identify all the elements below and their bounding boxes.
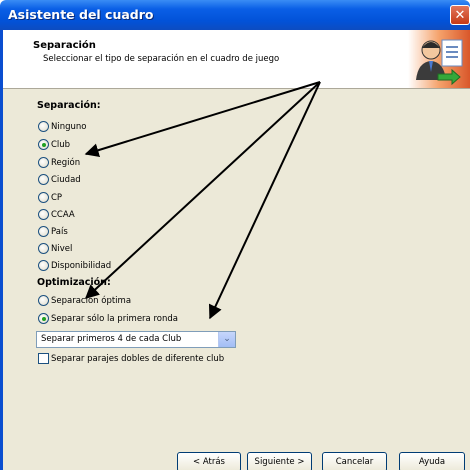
back-button[interactable]: < Atrás bbox=[177, 452, 241, 470]
radio-button[interactable] bbox=[38, 209, 49, 220]
separation-count-dropdown[interactable]: Separar primeros 4 de cada Club ⌄ bbox=[36, 331, 236, 348]
radio-button[interactable] bbox=[38, 295, 49, 306]
separate-doubles-checkbox[interactable] bbox=[38, 353, 49, 364]
radio-button[interactable] bbox=[38, 226, 49, 237]
checkbox-label: Separar parajes dobles de diferente club bbox=[51, 354, 225, 364]
radio-button[interactable] bbox=[38, 174, 49, 185]
radio-button-selected[interactable] bbox=[38, 139, 49, 150]
close-button[interactable]: ✕ bbox=[450, 5, 470, 25]
header-title: Separación bbox=[33, 40, 96, 51]
radio-label: Club bbox=[51, 140, 71, 150]
next-button[interactable]: Siguiente > bbox=[247, 452, 312, 470]
radio-label: CP bbox=[51, 193, 63, 203]
dropdown-value: Separar primeros 4 de cada Club bbox=[41, 334, 182, 344]
window-title: Asistente del cuadro bbox=[8, 7, 154, 22]
radio-label: Separación óptima bbox=[51, 296, 132, 306]
help-button[interactable]: Ayuda bbox=[399, 452, 465, 470]
cancel-button[interactable]: Cancelar bbox=[322, 452, 387, 470]
chevron-down-icon[interactable]: ⌄ bbox=[218, 332, 235, 347]
wizard-header: Separación Seleccionar el tipo de separa… bbox=[3, 30, 470, 89]
radio-button[interactable] bbox=[38, 192, 49, 203]
radio-label: Separar sólo la primera ronda bbox=[51, 314, 178, 324]
radio-label: Disponibilidad bbox=[51, 261, 112, 271]
header-subtitle: Seleccionar el tipo de separación en el … bbox=[43, 54, 280, 64]
close-icon: ✕ bbox=[454, 8, 466, 23]
separation-heading: Separación: bbox=[37, 100, 101, 111]
radio-button-selected[interactable] bbox=[38, 313, 49, 324]
radio-button[interactable] bbox=[38, 157, 49, 168]
radio-button[interactable] bbox=[38, 121, 49, 132]
radio-label: País bbox=[51, 227, 68, 237]
radio-label: Ninguno bbox=[51, 122, 87, 132]
radio-label: Nivel bbox=[51, 244, 73, 254]
optimization-heading: Optimización: bbox=[37, 277, 111, 288]
title-bar[interactable]: Asistente del cuadro ✕ bbox=[0, 0, 470, 30]
radio-label: Ciudad bbox=[51, 175, 81, 185]
radio-label: CCAA bbox=[51, 210, 75, 220]
radio-button[interactable] bbox=[38, 243, 49, 254]
radio-button[interactable] bbox=[38, 260, 49, 271]
wizard-window: Asistente del cuadro ✕ Separación Selecc… bbox=[0, 0, 470, 470]
wizard-person-documents-icon bbox=[408, 30, 470, 88]
radio-label: Región bbox=[51, 158, 81, 168]
